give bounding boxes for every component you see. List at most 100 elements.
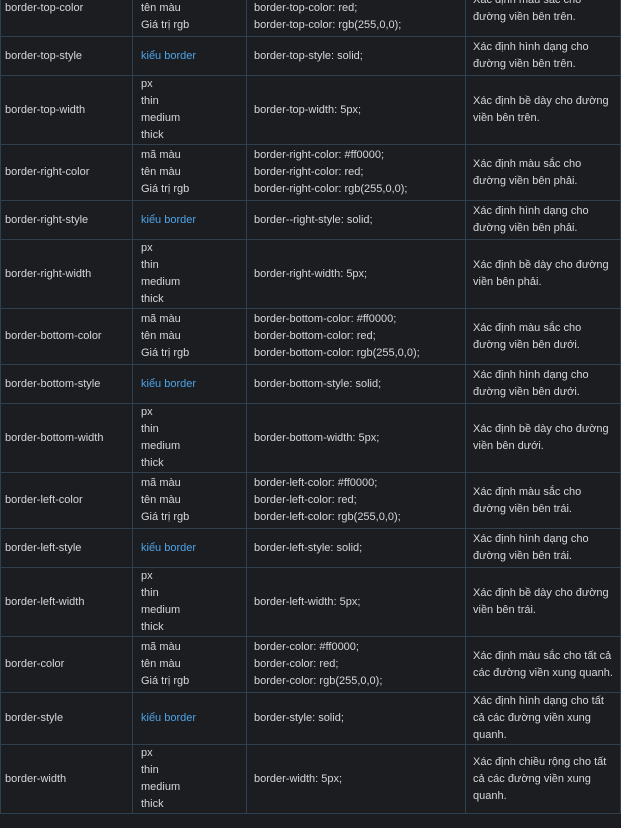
property-description: Xác định màu sắc cho đường viền bên trái…	[465, 472, 621, 529]
css-border-properties-table: border-top-color mã màu tên màu Giá trị rgb…	[0, 0, 621, 814]
value-item: mã màu	[141, 641, 181, 653]
property-examples: border-top-color: #ff0000;border-top-col…	[246, 0, 466, 37]
property-name: border-top-color	[0, 0, 133, 37]
value-item: thin	[141, 95, 159, 107]
table-row: border-top-style kiểu border border-top-st…	[0, 36, 621, 76]
property-examples: border-bottom-style: solid;	[246, 364, 466, 404]
property-description: Xác định bề dày cho đường viền bên trái.	[465, 567, 621, 637]
property-name: border-right-style	[0, 200, 133, 240]
value-item: Giá trị rgb	[141, 675, 190, 687]
property-examples: border-bottom-color: #ff0000; border-bott…	[246, 308, 466, 365]
property-values: mã màutên màuGiá trị rgb	[132, 472, 247, 529]
property-values: px thin medium thick	[132, 403, 247, 473]
property-values: mã màutên màuGiá trị rgb	[132, 0, 247, 37]
value-item: thick	[141, 129, 164, 141]
example-code: border-left-color: rgb(255,0,0);	[254, 511, 401, 523]
property-examples: border-left-width: 5px;	[246, 567, 466, 637]
example-code: border-bottom-width: 5px;	[254, 431, 380, 444]
property-examples: border-top-style: solid;	[246, 36, 466, 76]
property-name: border-right-color	[0, 144, 133, 201]
value-item: thin	[141, 423, 159, 435]
property-name: border-style	[0, 692, 133, 745]
example-code: border-top-color: rgb(255,0,0);	[254, 19, 402, 31]
example-code: border-right-color: #ff0000;	[254, 149, 385, 161]
property-examples: border--right-style: solid;	[246, 200, 466, 240]
value-item: px	[141, 747, 153, 759]
table-row: border-left-width px thin medium thick border…	[0, 567, 621, 637]
table-row: border-bottom-style kiểu border border-bot…	[0, 364, 621, 404]
property-name: border-left-style	[0, 528, 133, 568]
example-code: border-color: red;	[254, 658, 339, 670]
value-item: thin	[141, 764, 159, 776]
property-description: Xác định hình dạng cho tất cả các đường …	[465, 692, 621, 745]
value-item: medium	[141, 781, 181, 793]
property-name: border-right-width	[0, 239, 133, 309]
value-item: medium	[141, 112, 181, 124]
property-name: border-left-width	[0, 567, 133, 637]
example-code: border--right-style: solid;	[254, 213, 373, 226]
property-description: Xác định bề dày cho đường viền bên trên.	[465, 75, 621, 145]
example-code: border-left-width: 5px;	[254, 595, 361, 608]
example-code: border-color: #ff0000;	[254, 641, 359, 653]
table-row: border-left-style kiểu border border-left-…	[0, 528, 621, 568]
value-item: tên màu	[141, 658, 181, 670]
value-item: Giá trị rgb	[141, 19, 190, 31]
property-examples: border-left-style: solid;	[246, 528, 466, 568]
border-style-link[interactable]: kiểu border	[141, 542, 196, 554]
value-item: Giá trị rgb	[141, 347, 190, 359]
table-row: border-top-width px thin medium thick border-…	[0, 75, 621, 145]
border-style-link[interactable]: kiểu border	[141, 378, 196, 390]
value-item: tên màu	[141, 2, 181, 14]
property-examples: border-style: solid;	[246, 692, 466, 745]
border-style-link[interactable]: kiểu border	[141, 50, 196, 62]
value-item: px	[141, 78, 153, 90]
property-name: border-bottom-width	[0, 403, 133, 473]
example-code: border-bottom-color: rgb(255,0,0);	[254, 347, 420, 359]
value-item: thick	[141, 621, 164, 633]
property-name: border-top-style	[0, 36, 133, 76]
property-values: kiểu border	[132, 692, 247, 745]
property-description: Xác định màu sắc cho đường viền bên phải…	[465, 144, 621, 201]
property-values: mã màutên màuGiá trị rgb	[132, 308, 247, 365]
property-description: Xác định hình dạng cho đường viền bên dư…	[465, 364, 621, 404]
property-values: px thin medium thick	[132, 75, 247, 145]
property-name: border-bottom-style	[0, 364, 133, 404]
example-code: border-right-color: red;	[254, 166, 364, 178]
property-examples: border-top-width: 5px;	[246, 75, 466, 145]
property-name: border-color	[0, 636, 133, 693]
property-values: kiểu border	[132, 200, 247, 240]
example-code: border-top-color: red;	[254, 2, 358, 14]
example-code: border-style: solid;	[254, 712, 344, 724]
value-item: thick	[141, 457, 164, 469]
border-style-link[interactable]: kiểu border	[141, 712, 196, 724]
property-examples: border-color: #ff0000; border-color: red;…	[246, 636, 466, 693]
table-row: border-right-width px thin medium thick borde…	[0, 239, 621, 309]
property-values: px thin medium thick	[132, 744, 247, 814]
property-values: kiểu border	[132, 528, 247, 568]
example-code: border-right-color: rgb(255,0,0);	[254, 183, 408, 195]
table-row: border-right-style kiểu border border--rig…	[0, 200, 621, 240]
property-description: Xác định màu sắc cho đường viền bên dưới…	[465, 308, 621, 365]
example-code: border-bottom-style: solid;	[254, 377, 382, 390]
value-item: px	[141, 242, 153, 254]
property-description: Xác định hình dạng cho đường viền bên ph…	[465, 200, 621, 240]
border-style-link[interactable]: kiểu border	[141, 214, 196, 226]
property-description: Xác định hình dạng cho đường viền bên tr…	[465, 528, 621, 568]
value-item: thick	[141, 798, 164, 810]
value-item: mã màu	[141, 313, 181, 325]
example-code: border-bottom-color: #ff0000;	[254, 313, 397, 325]
table-row: border-bottom-color mã màu tên màu Giá trị …	[0, 308, 621, 365]
property-name: border-bottom-color	[0, 308, 133, 365]
property-values: mã màutên màuGiá trị rgb	[132, 144, 247, 201]
example-code: border-top-width: 5px;	[254, 103, 361, 116]
property-name: border-width	[0, 744, 133, 814]
property-description: Xác định bề dày cho đường viền bên dưới.	[465, 403, 621, 473]
property-examples: border-width: 5px;	[246, 744, 466, 814]
value-item: Giá trị rgb	[141, 511, 190, 523]
property-values: kiểu border	[132, 364, 247, 404]
property-description: Xác định bề dày cho đường viền bên phải.	[465, 239, 621, 309]
value-item: Giá trị rgb	[141, 183, 190, 195]
table-row: border-top-colormã màutên màuGiá trị rgb…	[0, 0, 621, 37]
property-examples: border-bottom-width: 5px;	[246, 403, 466, 473]
value-item: tên màu	[141, 166, 181, 178]
